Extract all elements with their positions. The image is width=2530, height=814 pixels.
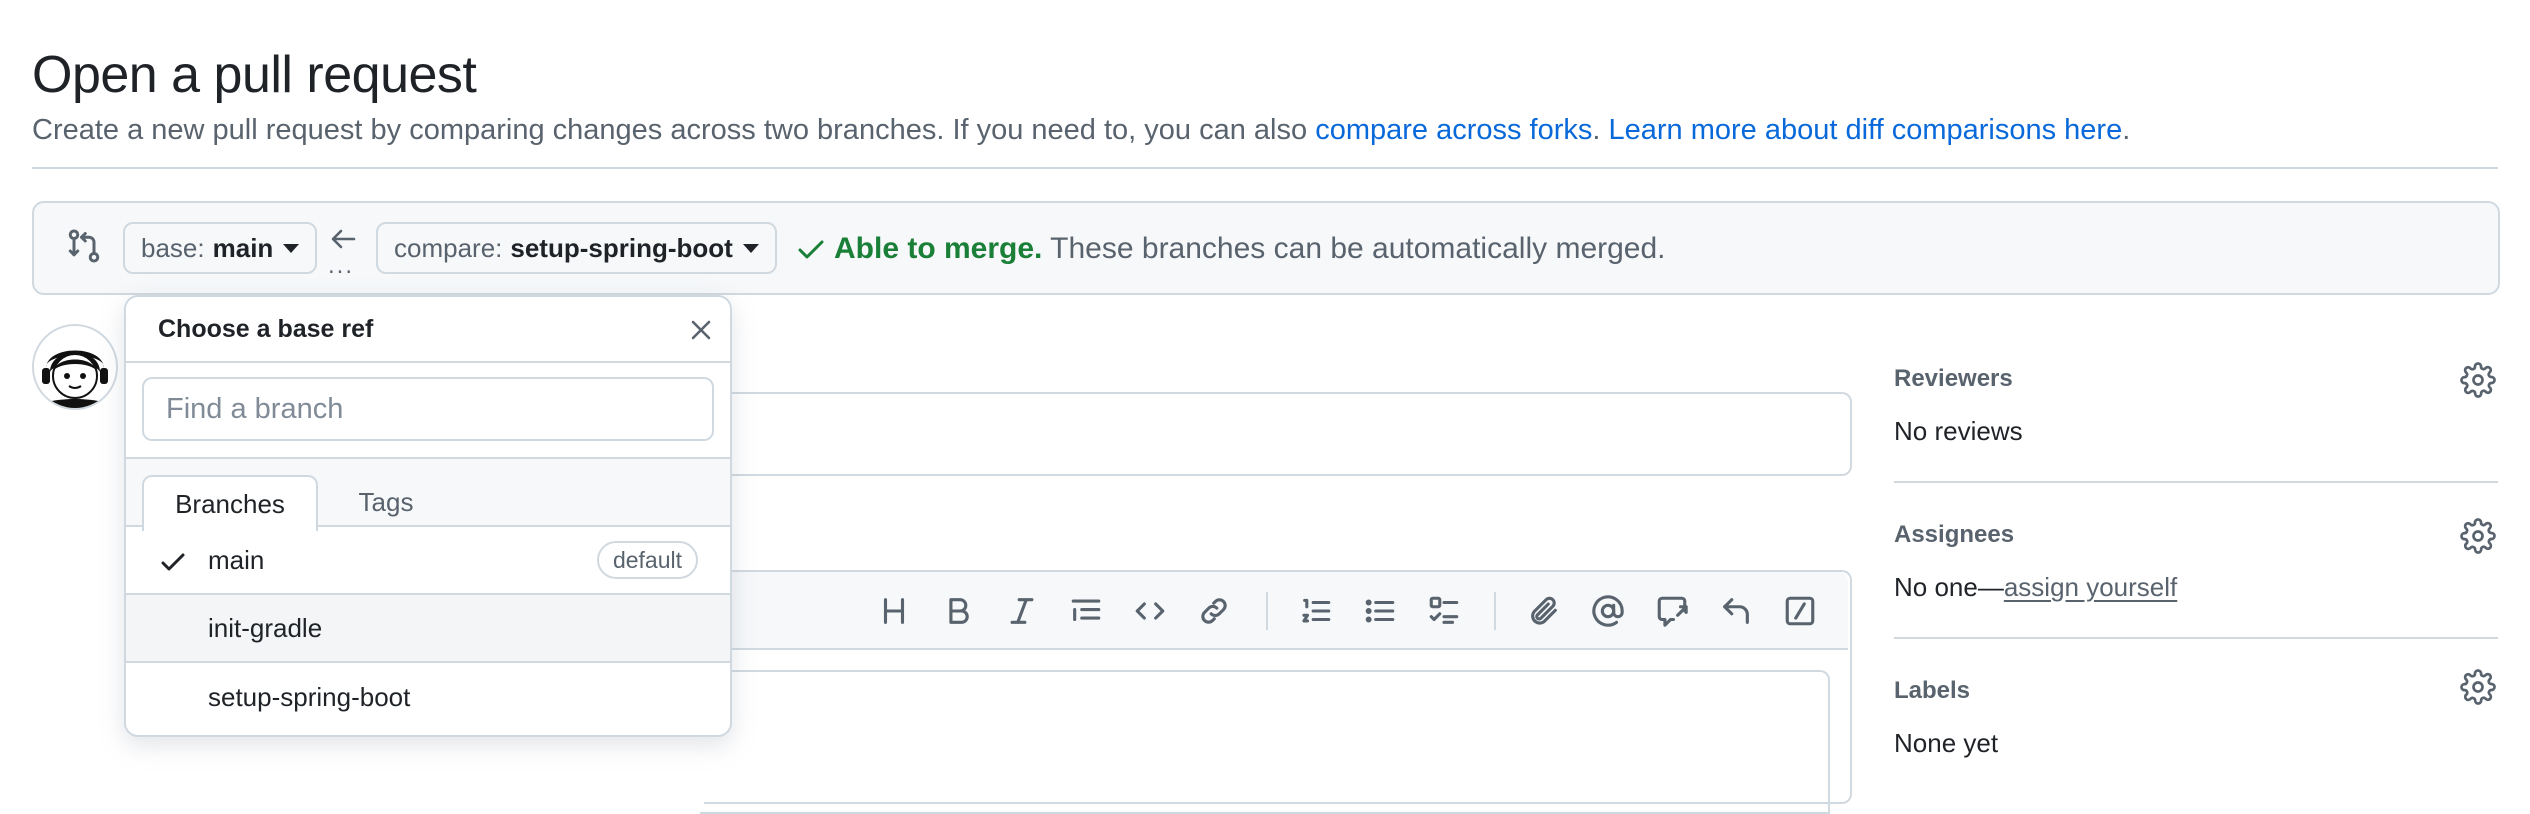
avatar — [32, 324, 118, 410]
compare-across-forks-link[interactable]: compare across forks — [1315, 114, 1592, 146]
compare-branch-button[interactable]: compare: setup-spring-boot — [376, 222, 777, 274]
slash-command-icon[interactable] — [1780, 591, 1820, 631]
attach-icon[interactable] — [1524, 591, 1564, 631]
reviewers-value: No reviews — [1894, 416, 2023, 446]
gear-icon[interactable] — [2460, 669, 2496, 705]
menu-title: Choose a base ref — [158, 315, 374, 343]
subtitle-text: Create a new pull request by comparing c… — [32, 114, 1316, 146]
reply-icon[interactable] — [1716, 591, 1756, 631]
bold-icon[interactable] — [938, 591, 978, 631]
subtitle-end: . — [2122, 114, 2131, 146]
italic-icon[interactable] — [1002, 591, 1042, 631]
branch-item-setup-spring-boot[interactable]: setup-spring-boot — [126, 663, 730, 731]
range-dots: ... — [328, 252, 355, 279]
menu-filter — [126, 361, 730, 457]
reference-icon[interactable] — [1652, 591, 1692, 631]
branch-item-main[interactable]: main default — [126, 527, 730, 595]
assignees-heading[interactable]: Assignees — [1894, 519, 2014, 551]
menu-header: Choose a base ref — [126, 297, 730, 361]
tab-branches[interactable]: Branches — [142, 475, 318, 531]
learn-more-link[interactable]: Learn more about diff comparisons here — [1609, 114, 2123, 146]
check-icon — [795, 233, 827, 265]
compare-value: setup-spring-boot — [510, 232, 733, 263]
labels-value: None yet — [1894, 728, 1999, 758]
check-icon — [158, 547, 188, 577]
unordered-list-icon[interactable] — [1360, 591, 1400, 631]
base-ref-menu: Choose a base ref Branches Tags main def… — [124, 295, 732, 737]
base-label: base: — [141, 232, 205, 263]
link-icon[interactable] — [1194, 591, 1234, 631]
branch-name: setup-spring-boot — [208, 681, 411, 712]
mention-icon[interactable] — [1588, 591, 1628, 631]
branch-search-input[interactable] — [142, 377, 714, 441]
tab-tags[interactable]: Tags — [336, 475, 436, 529]
header-divider — [32, 167, 2498, 169]
merge-status: Able to merge. These branches can be aut… — [834, 229, 1666, 269]
chevron-down-icon — [742, 243, 759, 253]
assignees-value: No one—assign yourself — [1894, 570, 2177, 604]
sidebar-divider — [1894, 637, 2498, 639]
gear-icon[interactable] — [2460, 362, 2496, 398]
gear-icon[interactable] — [2460, 518, 2496, 554]
default-badge: default — [596, 541, 698, 579]
quote-icon[interactable] — [1066, 591, 1106, 631]
subtitle-separator: . — [1592, 114, 1609, 146]
menu-tabs: Branches Tags — [126, 457, 730, 531]
base-branch-button[interactable]: base: main — [123, 222, 318, 274]
arrow-left-icon — [326, 224, 362, 254]
merge-detail-text: These branches can be automatically merg… — [1042, 232, 1666, 265]
assignees-none-text: No one— — [1894, 572, 2004, 602]
toolbar-divider — [1494, 592, 1496, 630]
sidebar-divider — [1894, 481, 2498, 483]
pr-title-input[interactable] — [704, 392, 1852, 476]
assign-yourself-link[interactable]: assign yourself — [2004, 572, 2177, 602]
toolbar-divider — [1266, 592, 1268, 630]
compare-label: compare: — [394, 232, 503, 263]
ordered-list-icon[interactable] — [1296, 591, 1336, 631]
compare-icon — [64, 226, 104, 266]
branch-name: main — [208, 544, 265, 575]
code-icon[interactable] — [1130, 591, 1170, 631]
heading-icon[interactable] — [874, 591, 914, 631]
reviewers-heading[interactable]: Reviewers — [1894, 363, 2013, 395]
branch-item-init-gradle[interactable]: init-gradle — [126, 595, 730, 663]
branch-name: init-gradle — [208, 612, 323, 643]
task-list-icon[interactable] — [1424, 591, 1464, 631]
page-title: Open a pull request — [32, 46, 477, 104]
labels-heading[interactable]: Labels — [1894, 675, 1970, 707]
close-icon[interactable] — [686, 315, 716, 345]
chevron-down-icon — [283, 243, 300, 253]
merge-ok-text: Able to merge. — [834, 232, 1043, 265]
pr-body-textarea[interactable] — [700, 670, 1830, 814]
base-value: main — [212, 232, 274, 263]
page-subtitle: Create a new pull request by comparing c… — [32, 110, 2130, 150]
